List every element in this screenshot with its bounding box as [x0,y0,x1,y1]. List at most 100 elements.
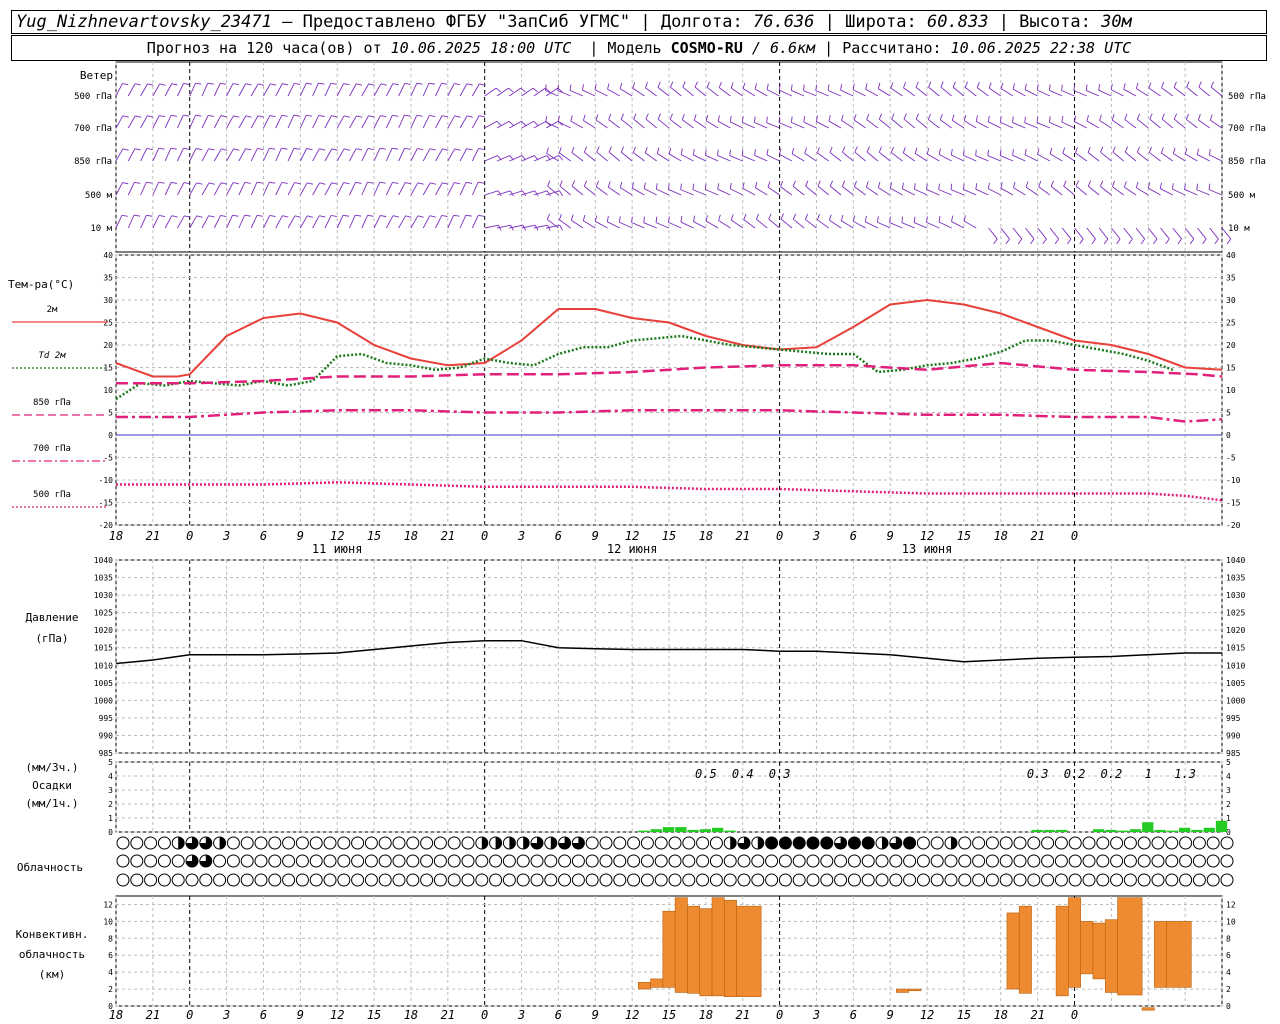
wind-barb-flag [532,87,538,93]
cloud-symbol [420,873,434,887]
wind-barb [791,121,805,129]
wind-barb [349,148,357,162]
cloud-symbol [1096,873,1110,887]
wind-barb-flag [159,115,166,118]
wind-barb-flag [780,180,784,187]
wind-barb-flag [1063,180,1067,187]
wind-barb [780,218,793,229]
wind-barb [213,83,221,97]
temp-panel-tick-left: 35 [103,274,113,283]
clouds-title: Облачность [17,861,83,874]
wind-barb [164,148,172,162]
cloud-symbol [295,873,309,887]
cloud-symbol [985,836,999,850]
wind-barb [791,153,805,162]
wind-barb-flag [1189,238,1195,245]
wind-barb [435,182,443,196]
cloud-symbol [723,854,737,868]
wind-barb-flag [718,214,721,221]
wind-barb-flag [417,148,424,151]
wind-barb-flag [890,146,894,153]
precip-bar [1154,829,1166,832]
wind-barb-flag [257,115,264,118]
wind-barb [643,222,657,229]
wind-barb [127,148,136,162]
wind-barb [398,148,405,162]
wind-barb [1161,152,1174,162]
wind-barb-flag [183,82,190,85]
wind-barb-flag [903,113,907,120]
wind-barb [496,87,509,97]
wind-barb-flag [416,114,423,117]
wind-barb [226,182,234,196]
wind-barb-flag [645,113,649,120]
temp-axis-hour-label: 9 [297,529,304,543]
wind-barb [842,185,854,196]
day-label: 11 июня [312,542,363,556]
pressure-unit: (гПа) [35,632,68,645]
wind-barb [312,83,319,97]
convective-bar [674,897,688,993]
wind-barb [619,88,633,97]
wind-barb [729,155,743,162]
wind-barb [963,220,977,229]
wind-barb-flag [1177,238,1182,245]
wind-barb [140,148,148,162]
precip-bar [1191,829,1203,832]
cloud-symbol [778,873,792,887]
wind-barb-flag [876,216,879,223]
wind-barb-flag [693,114,697,121]
wind-barb [631,222,645,229]
wind-barb-flag [890,82,894,89]
wind-barb [645,152,657,162]
wind-barb-flag [319,148,326,151]
wind-barb-flag [1012,83,1016,90]
wind-barb [619,221,633,229]
precip-panel-tick-left: 0 [108,828,113,837]
wind-barb [1185,153,1198,162]
wind-barb-flag [1005,238,1010,245]
wind-barb [422,215,431,229]
wind-barb-flag [1100,146,1104,153]
wind-barb-flag [220,215,227,218]
wind-barb-flag [643,216,645,223]
wind-barb [1186,86,1198,97]
temp-panel-tick-left: -10 [99,476,114,485]
cloud-symbol [723,873,737,887]
wind-barb [1086,90,1100,97]
wind-barb [987,155,1001,162]
wind-barb [1099,120,1112,129]
wind-barb [496,120,510,129]
wind-barb-flag [950,148,953,156]
wind-barb [668,189,682,196]
wind-barb [632,87,645,97]
wind-barb-flag [122,83,129,86]
day-label: 13 июня [902,542,953,556]
wind-barb-flag [559,225,563,231]
wind-barb-flag [619,181,623,188]
wind-barb-flag [1061,84,1063,91]
wind-barb-flag [1210,81,1214,88]
wind-barb-flag [571,146,575,153]
cloud-symbol [502,854,516,868]
wind-barb-flag [596,146,600,153]
wind-barb [275,148,282,162]
wind-barb [115,115,124,129]
wind-barb [152,182,160,196]
wind-barb [459,215,467,229]
wind-barb-flag [147,83,154,86]
wind-barb [608,186,621,196]
convective-bar [736,905,762,997]
wind-level-label-left: 500 гПа [74,92,112,102]
wind-barb [361,115,369,129]
wind-barb [1198,86,1210,97]
wind-barb [596,186,608,196]
wind-barb [817,152,830,162]
wind-barb [817,219,830,229]
wind-barb-flag [380,83,387,86]
cloud-symbol [613,836,627,850]
wind-barb [152,83,161,97]
wind-barb [115,215,123,229]
wind-barb-flag [380,215,387,218]
wind-barb-flag [1030,238,1035,245]
